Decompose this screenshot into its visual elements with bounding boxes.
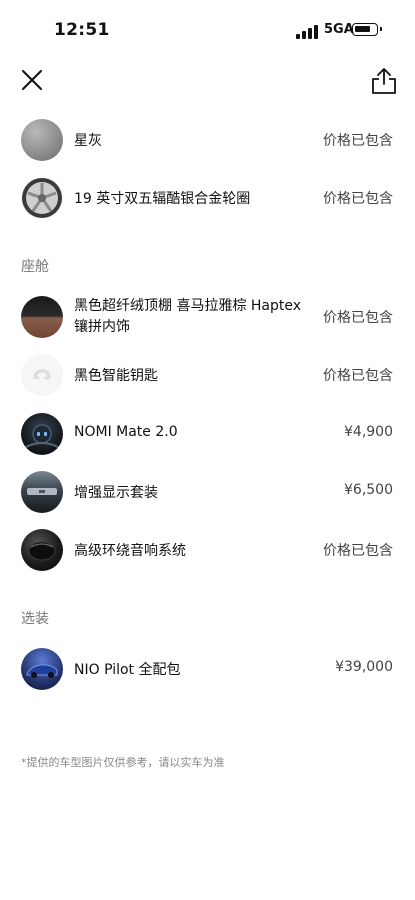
section-title: 选装 (21, 611, 49, 627)
list-item[interactable]: 19 英寸双五辐酷银合金轮圈 价格已包含 (0, 169, 415, 227)
status-bar: 12:51 5GA (0, 0, 415, 60)
list-item[interactable]: 黑色智能钥匙 价格已包含 (0, 346, 415, 404)
item-price: 价格已包含 (323, 191, 393, 207)
disclaimer: *提供的车型图片仅供参考，请以实车为准 (21, 756, 225, 769)
nomi-mate-icon (21, 413, 63, 455)
close-icon[interactable] (20, 68, 44, 92)
list-item[interactable]: NIO Pilot 全配包 ¥39,000 (0, 640, 415, 698)
item-price: 价格已包含 (323, 543, 393, 559)
item-name: 19 英寸双五辐酷银合金轮圈 (74, 191, 251, 207)
status-time: 12:51 (54, 20, 110, 40)
car-thumbnail-icon (21, 648, 63, 690)
item-name: 星灰 (74, 133, 102, 149)
item-price: 价格已包含 (323, 133, 393, 149)
smart-key-icon (21, 354, 63, 396)
item-price: 价格已包含 (323, 310, 393, 326)
speaker-icon (21, 529, 63, 571)
item-price: ¥4,900 (344, 424, 393, 440)
item-name: 高级环绕音响系统 (74, 543, 186, 559)
interior-swatch-icon (21, 296, 63, 338)
item-price: ¥6,500 (344, 482, 393, 498)
list-item[interactable]: 增强显示套装 ¥6,500 (0, 463, 415, 521)
item-price: ¥39,000 (335, 659, 393, 675)
list-item[interactable]: 黑色超纤绒顶棚 喜马拉雅棕 Haptex 镶拼内饰 价格已包含 (0, 288, 415, 346)
item-price: 价格已包含 (323, 368, 393, 384)
battery-icon (352, 23, 382, 36)
signal-icon (296, 25, 318, 39)
list-item[interactable]: 高级环绕音响系统 价格已包含 (0, 521, 415, 579)
gray-paint-swatch-icon (21, 119, 63, 161)
section-title: 座舱 (21, 259, 49, 275)
wheel-rim-icon (21, 177, 63, 219)
item-name: 黑色超纤绒顶棚 喜马拉雅棕 Haptex 镶拼内饰 (74, 298, 302, 335)
list-item[interactable]: NOMI Mate 2.0 ¥4,900 (0, 405, 415, 463)
item-name: 增强显示套装 (74, 485, 158, 501)
item-name: 黑色智能钥匙 (74, 368, 158, 384)
share-icon[interactable] (371, 67, 397, 95)
item-name: NIO Pilot 全配包 (74, 662, 181, 678)
item-name: NOMI Mate 2.0 (74, 424, 178, 440)
network-label: 5GA (324, 22, 354, 37)
list-item[interactable]: 星灰 价格已包含 (0, 111, 415, 169)
display-pack-icon (21, 471, 63, 513)
